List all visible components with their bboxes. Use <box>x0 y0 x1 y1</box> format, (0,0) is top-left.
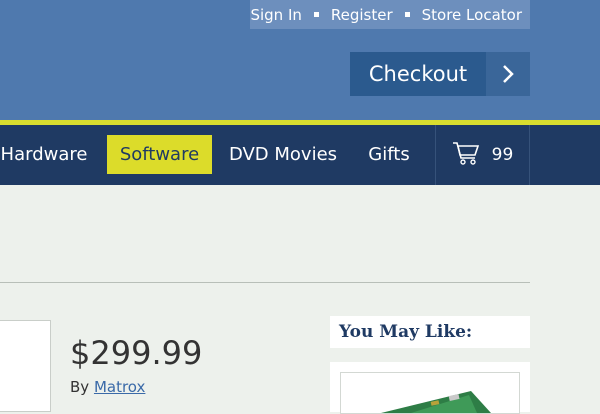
content-divider <box>0 282 530 283</box>
nav-item-dvd-movies[interactable]: DVD Movies <box>224 135 342 174</box>
circuit-board-image <box>381 391 491 413</box>
cart-count: 99 <box>491 145 514 165</box>
checkout-label: Checkout <box>368 62 468 86</box>
utility-links: Sign In Register Store Locator <box>250 0 530 29</box>
nav-divider <box>529 125 530 185</box>
checkout-button[interactable]: Checkout <box>350 52 530 96</box>
nav-item-hardware[interactable]: Hardware <box>0 135 88 174</box>
cart-button[interactable]: 99 <box>436 125 529 185</box>
chevron-right-icon <box>486 52 530 96</box>
nav-item-gifts[interactable]: Gifts <box>360 135 418 174</box>
brand-link[interactable]: Matrox <box>94 378 145 396</box>
nav-item-software[interactable]: Software <box>107 135 212 174</box>
recommendation-card[interactable] <box>330 362 530 414</box>
product-byline: By Matrox <box>70 378 145 396</box>
site-header: Sign In Register Store Locator Checkout <box>0 0 600 120</box>
recommendation-thumbnail[interactable] <box>340 372 520 414</box>
register-link[interactable]: Register <box>331 6 393 24</box>
you-may-like-heading: You May Like: <box>330 316 530 348</box>
link-separator <box>404 12 410 17</box>
link-separator <box>313 12 319 17</box>
store-locator-link[interactable]: Store Locator <box>422 6 522 24</box>
sign-in-link[interactable]: Sign In <box>250 6 301 24</box>
product-image[interactable] <box>0 320 51 412</box>
cart-icon <box>452 140 480 171</box>
by-label: By <box>70 378 90 396</box>
product-price: $299.99 <box>70 334 203 372</box>
main-nav: Hardware Software DVD Movies Gifts 99 <box>0 125 600 185</box>
